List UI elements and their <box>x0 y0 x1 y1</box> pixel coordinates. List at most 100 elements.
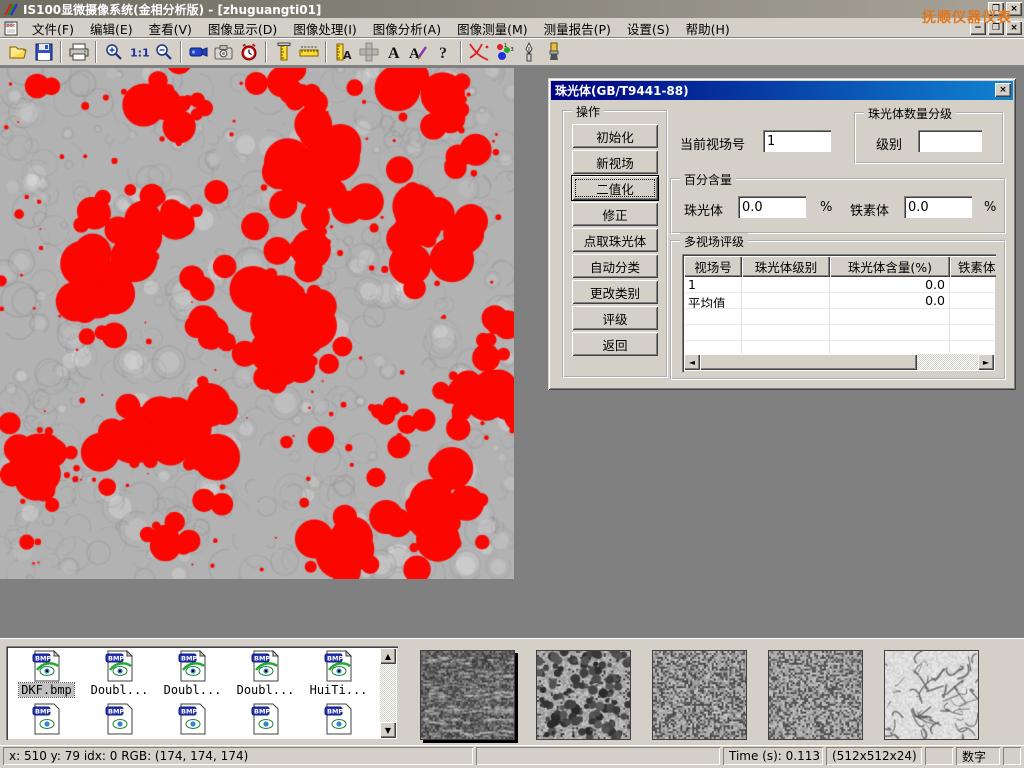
status-end <box>1003 747 1021 765</box>
file-item[interactable]: BMP HuiTi... <box>302 650 375 697</box>
bmp-file-icon: BMP <box>104 703 136 735</box>
file-list-scrollbar[interactable]: ▲ ▼ <box>380 648 396 738</box>
scroll-left-icon[interactable]: ◄ <box>684 354 700 370</box>
menu-settings[interactable]: 设置(S) <box>619 17 678 40</box>
multi-field-rating-group: 多视场评级 视场号 珠光体级别 珠光体含量(%) 铁素体含量(%) 1 0.0 … <box>670 240 1006 380</box>
table-row-empty <box>684 341 994 354</box>
scroll-track[interactable] <box>700 354 978 370</box>
scroll-down-icon[interactable]: ▼ <box>380 722 396 738</box>
menu-image-analysis[interactable]: 图像分析(A) <box>365 17 449 40</box>
file-item[interactable]: BMP <box>229 703 302 735</box>
menu-measure-report[interactable]: 测量报告(P) <box>536 17 619 40</box>
svg-text:BMP: BMP <box>327 655 343 663</box>
menu-image-display[interactable]: 图像显示(D) <box>200 17 285 40</box>
actual-size-icon[interactable]: 1:1 <box>126 40 151 64</box>
table-row-empty <box>684 325 994 341</box>
file-name: Doubl... <box>235 683 297 697</box>
status-spare <box>476 747 720 765</box>
new-field-button[interactable]: 新视场 <box>572 150 658 174</box>
file-name: HuiTi... <box>308 683 370 697</box>
help-icon[interactable]: ? <box>431 40 456 64</box>
brush-icon[interactable] <box>541 40 566 64</box>
zoom-in-icon[interactable] <box>101 40 126 64</box>
color-classify-icon[interactable]: 13 <box>491 40 516 64</box>
menu-view[interactable]: 查看(V) <box>141 17 200 40</box>
file-item[interactable]: BMP DKF.bmp <box>10 650 83 697</box>
file-item[interactable]: BMP Doubl... <box>229 650 302 697</box>
init-button[interactable]: 初始化 <box>572 124 658 148</box>
thumbnail-4[interactable] <box>768 650 863 740</box>
caliper-text-icon[interactable]: A <box>331 40 356 64</box>
svg-text:A: A <box>343 49 352 62</box>
file-item[interactable]: BMP <box>156 703 229 735</box>
horizontal-ruler-icon[interactable] <box>296 40 321 64</box>
table-row[interactable]: 1 0.0 <box>684 277 994 293</box>
svg-text:BMP: BMP <box>35 708 51 716</box>
status-position: x: 510 y: 79 idx: 0 RGB: (174, 174, 174) <box>3 747 473 765</box>
vendor-watermark: 抚顺仪器仪表 <box>922 7 1012 27</box>
grade-input[interactable] <box>918 130 982 152</box>
red-curve-icon[interactable] <box>466 40 491 64</box>
status-mode: 数字 <box>956 747 1000 765</box>
vertical-caliper-icon[interactable] <box>271 40 296 64</box>
change-class-button[interactable]: 更改类别 <box>572 280 658 304</box>
ferrite-input[interactable] <box>904 196 972 218</box>
svg-text:?: ? <box>439 45 447 61</box>
bmp-file-icon: BMP <box>323 650 355 682</box>
video-camera-icon[interactable] <box>186 40 211 64</box>
table-row[interactable]: 平均值 0.0 <box>684 293 994 309</box>
open-folder-icon[interactable] <box>6 40 31 64</box>
pearlite-unit: % <box>820 200 832 215</box>
file-item[interactable]: BMP Doubl... <box>83 650 156 697</box>
file-item[interactable]: BMP <box>83 703 156 735</box>
dialog-title-bar[interactable]: 珠光体(GB/T9441-88) × <box>551 81 1013 100</box>
scroll-up-icon[interactable]: ▲ <box>380 648 396 664</box>
toolbar-separator <box>325 41 327 63</box>
capture-camera-icon[interactable] <box>211 40 236 64</box>
menu-image-process[interactable]: 图像处理(I) <box>285 17 364 40</box>
thumbnail-2[interactable] <box>536 650 631 740</box>
scroll-right-icon[interactable]: ► <box>978 354 994 370</box>
grid-cross-icon[interactable] <box>356 40 381 64</box>
menu-image-measure[interactable]: 图像测量(M) <box>449 17 536 40</box>
pick-pearlite-button[interactable]: 点取珠光体 <box>572 228 658 252</box>
bottom-panel: BMP DKF.bmp BMP Doubl... BMP <box>0 638 1024 745</box>
correct-button[interactable]: 修正 <box>572 202 658 226</box>
text-style-icon[interactable]: A <box>406 40 431 64</box>
timer-clock-icon[interactable] <box>236 40 261 64</box>
svg-text:BMP: BMP <box>108 655 124 663</box>
micrograph-image[interactable] <box>0 68 514 579</box>
dialog-close-button[interactable]: × <box>995 83 1011 97</box>
print-icon[interactable] <box>66 40 91 64</box>
ferrite-label: 铁素体 <box>850 200 889 219</box>
col-pearlite-grade[interactable]: 珠光体级别 <box>742 256 830 277</box>
current-field-input[interactable] <box>763 130 831 152</box>
table-horizontal-scrollbar[interactable]: ◄ ► <box>684 354 994 370</box>
col-ferrite-content[interactable]: 铁素体含量(%) <box>950 256 996 277</box>
thumbnail-3[interactable] <box>652 650 747 740</box>
rate-button[interactable]: 评级 <box>572 306 658 330</box>
file-item[interactable]: BMP <box>10 703 83 735</box>
bmp-file-icon: BMP <box>250 650 282 682</box>
file-item[interactable]: BMP <box>302 703 375 735</box>
menu-file[interactable]: 文件(F) <box>24 17 82 40</box>
zoom-out-icon[interactable] <box>151 40 176 64</box>
binarize-button[interactable]: 二值化 <box>572 176 658 200</box>
cell <box>950 277 994 293</box>
col-field-no[interactable]: 视场号 <box>684 256 742 277</box>
text-a-icon[interactable]: A <box>381 40 406 64</box>
thumbnail-5[interactable] <box>884 650 979 740</box>
save-icon[interactable] <box>31 40 56 64</box>
document-icon[interactable]: DOC <box>4 21 20 36</box>
return-button[interactable]: 返回 <box>572 332 658 356</box>
file-item[interactable]: BMP Doubl... <box>156 650 229 697</box>
col-pearlite-content[interactable]: 珠光体含量(%) <box>830 256 950 277</box>
percent-group: 百分含量 珠光体 % 铁素体 % <box>670 178 1006 234</box>
menu-edit[interactable]: 编辑(E) <box>82 17 141 40</box>
thumbnail-1[interactable] <box>420 650 515 740</box>
auto-classify-button[interactable]: 自动分类 <box>572 254 658 278</box>
scroll-thumb[interactable] <box>700 354 917 370</box>
menu-help[interactable]: 帮助(H) <box>678 17 738 40</box>
pearlite-input[interactable] <box>738 196 806 218</box>
pen-hand-icon[interactable] <box>516 40 541 64</box>
